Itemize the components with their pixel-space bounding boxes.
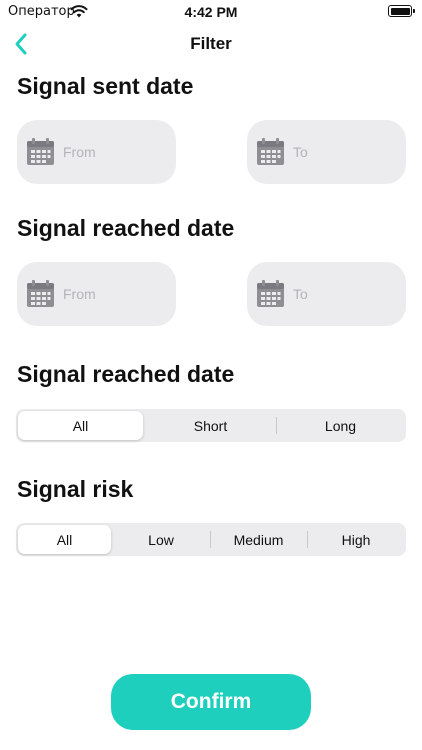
confirm-button[interactable]: Confirm bbox=[111, 674, 311, 730]
risk-title: Signal risk bbox=[17, 476, 134, 502]
risk-segment-high[interactable]: High bbox=[308, 525, 404, 554]
sent-date-title: Signal sent date bbox=[17, 73, 194, 99]
calendar-icon bbox=[257, 280, 284, 307]
duration-segmented-control: All Short Long bbox=[16, 409, 406, 442]
calendar-icon bbox=[27, 138, 54, 165]
sent-date-from-field[interactable]: From bbox=[17, 120, 176, 184]
risk-segment-all[interactable]: All bbox=[18, 525, 111, 554]
status-bar: Оператор 4:42 PM bbox=[0, 0, 422, 24]
duration-segment-long[interactable]: Long bbox=[277, 411, 404, 440]
to-placeholder: To bbox=[293, 286, 308, 302]
status-time: 4:42 PM bbox=[184, 4, 238, 20]
duration-segment-short[interactable]: Short bbox=[146, 411, 275, 440]
battery-icon bbox=[388, 5, 415, 17]
to-placeholder: To bbox=[293, 144, 308, 160]
risk-segmented-control: All Low Medium High bbox=[16, 523, 406, 556]
duration-title: Signal reached date bbox=[17, 361, 235, 387]
from-placeholder: From bbox=[63, 286, 96, 302]
calendar-icon bbox=[257, 138, 284, 165]
navigation-bar: Filter bbox=[0, 24, 422, 64]
duration-segment-all[interactable]: All bbox=[18, 411, 143, 440]
reached-date-title: Signal reached date bbox=[17, 215, 235, 241]
calendar-icon bbox=[27, 280, 54, 307]
reached-date-to-field[interactable]: To bbox=[247, 262, 406, 326]
risk-segment-low[interactable]: Low bbox=[114, 525, 208, 554]
reached-date-from-field[interactable]: From bbox=[17, 262, 176, 326]
risk-segment-medium[interactable]: Medium bbox=[211, 525, 306, 554]
from-placeholder: From bbox=[63, 144, 96, 160]
page-title: Filter bbox=[190, 34, 232, 53]
sent-date-to-field[interactable]: To bbox=[247, 120, 406, 184]
